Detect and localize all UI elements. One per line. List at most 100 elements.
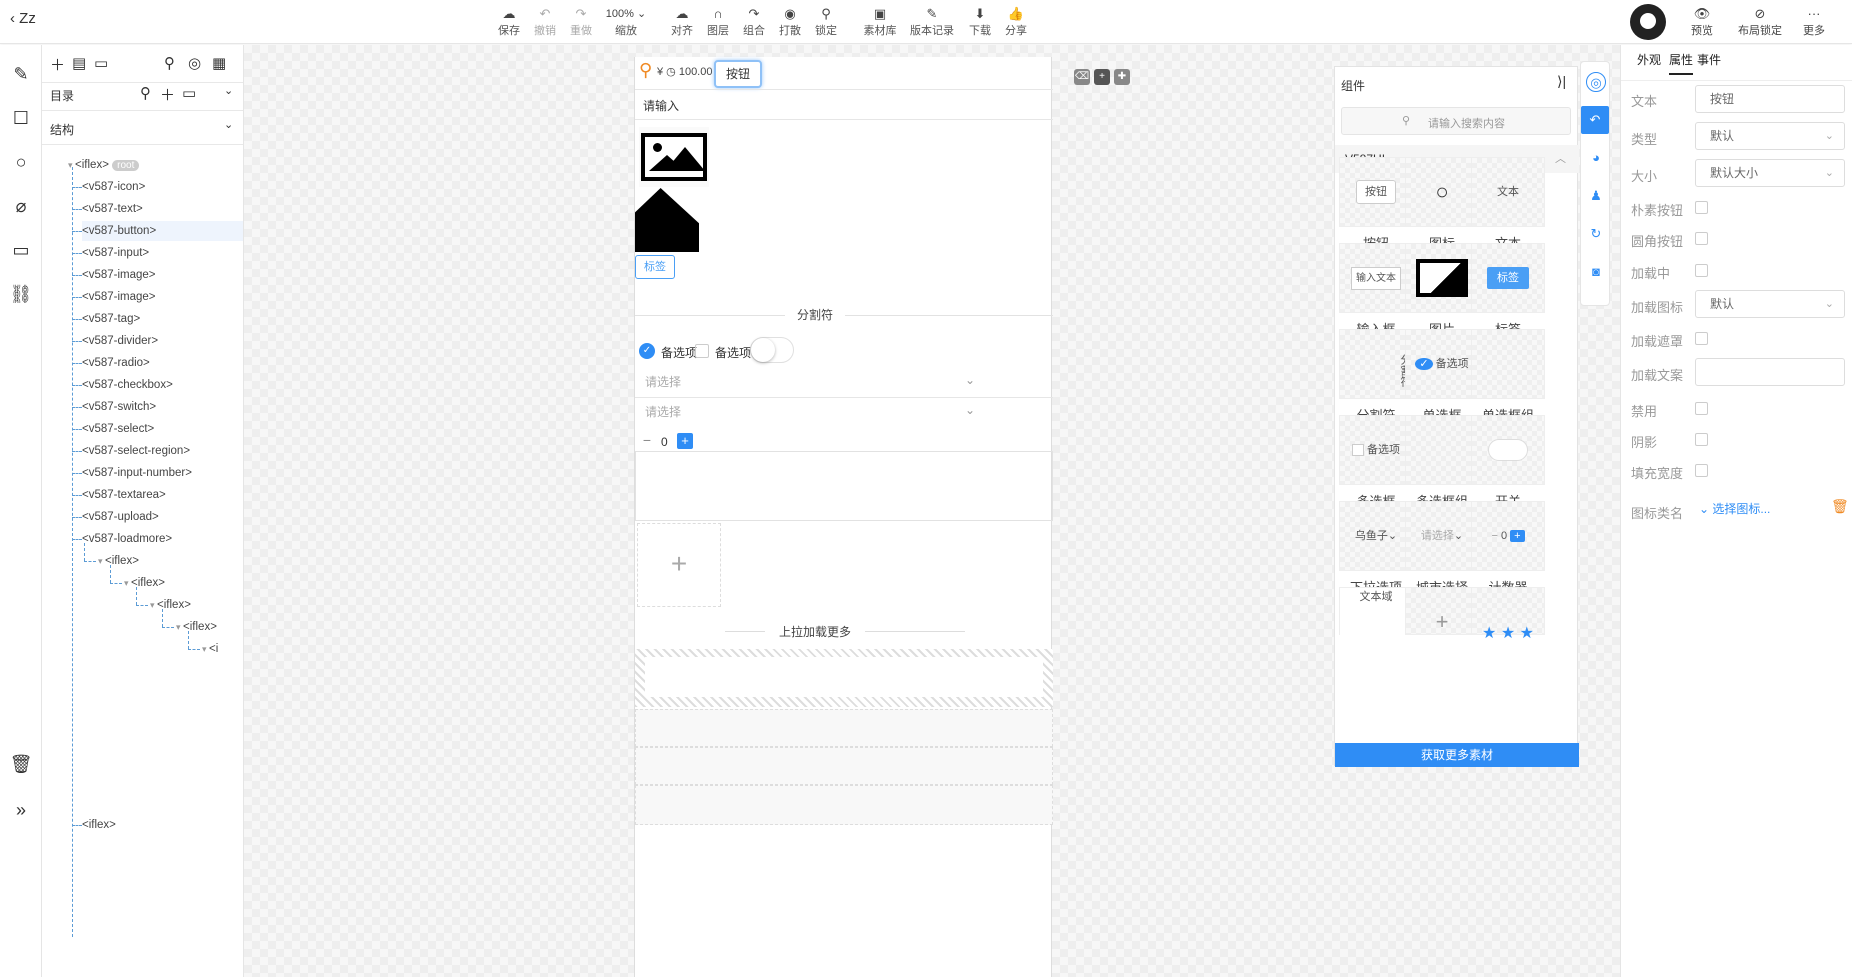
- shadow-checkbox[interactable]: [1695, 433, 1708, 446]
- tab-events[interactable]: 事件: [1697, 51, 1721, 68]
- canvas-input[interactable]: 请输入: [643, 97, 679, 114]
- share-button[interactable]: 👍 分享: [993, 6, 1039, 38]
- trash-icon[interactable]: 🗑: [1831, 498, 1849, 515]
- tree-node[interactable]: <v587-select-region>: [82, 441, 243, 461]
- add-icon[interactable]: +: [1094, 69, 1110, 85]
- search-icon[interactable]: ⚲: [140, 84, 151, 102]
- text-input[interactable]: 按钮: [1695, 85, 1845, 113]
- circle-icon[interactable]: ○: [8, 149, 34, 175]
- check-icon[interactable]: ✓: [639, 343, 655, 359]
- fill-width-checkbox[interactable]: [1695, 464, 1708, 477]
- library-cell[interactable]: [1405, 415, 1479, 485]
- iflex-block[interactable]: [635, 649, 1053, 707]
- tree-node[interactable]: <v587-textarea>: [82, 485, 243, 505]
- tree-node[interactable]: <v587-image>: [82, 265, 243, 285]
- tree-node-root[interactable]: ▾ <iflex> root: [68, 155, 140, 175]
- pin-icon[interactable]: ✚: [1114, 69, 1130, 85]
- library-cell[interactable]: [1471, 415, 1545, 485]
- tree-node-nested[interactable]: ▾ <iflex>: [124, 573, 165, 593]
- loading-mask-checkbox[interactable]: [1695, 332, 1708, 345]
- tree-node[interactable]: <v587-tag>: [82, 309, 243, 329]
- round-checkbox[interactable]: [1695, 232, 1708, 245]
- library-cell[interactable]: 文本域: [1339, 587, 1413, 656]
- tree-node[interactable]: <v587-input-number>: [82, 463, 243, 483]
- assets-button[interactable]: ▣ 素材库: [857, 6, 903, 38]
- tree-node[interactable]: <v587-icon>: [82, 177, 243, 197]
- type-select[interactable]: 默认 ⌄: [1695, 122, 1845, 150]
- tab-properties[interactable]: 属性: [1669, 51, 1694, 75]
- search-icon[interactable]: ⚲: [164, 54, 175, 72]
- disabled-checkbox[interactable]: [1695, 402, 1708, 415]
- image-icon[interactable]: ▭: [8, 237, 34, 263]
- layout-icon[interactable]: ▤: [72, 54, 86, 72]
- tree-node[interactable]: <v587-upload>: [82, 507, 243, 527]
- collapse-icon[interactable]: ⌄: [224, 118, 233, 131]
- tree-node[interactable]: <v587-switch>: [82, 397, 243, 417]
- library-cell[interactable]: 请选择⌄: [1405, 501, 1479, 571]
- size-select[interactable]: 默认大小 ⌄: [1695, 159, 1845, 187]
- canvas-button[interactable]: 按钮: [714, 60, 762, 88]
- iflex-block[interactable]: [635, 709, 1053, 747]
- collapse-panel-icon[interactable]: ⟩|: [1557, 73, 1566, 90]
- preview-button[interactable]: 👁 预览: [1674, 6, 1730, 38]
- phone-preview[interactable]: ⚲ ¥ ◷ 100.00 按钮 请输入 标签 分割符 ✓ 备选项 备选项 请选择…: [634, 57, 1053, 977]
- wechat-icon[interactable]: ◕: [1586, 148, 1606, 168]
- library-cell[interactable]: 分割符: [1339, 329, 1413, 399]
- target-icon[interactable]: ◎: [1586, 72, 1606, 92]
- loading-checkbox[interactable]: [1695, 264, 1708, 277]
- square-icon[interactable]: ☐: [8, 105, 34, 131]
- tree-node[interactable]: <v587-loadmore>: [82, 529, 243, 549]
- plain-checkbox[interactable]: [1695, 201, 1708, 214]
- canvas-textarea[interactable]: [635, 451, 1053, 521]
- minus-button[interactable]: −: [639, 433, 655, 449]
- tree-node[interactable]: <v587-button>: [82, 221, 243, 241]
- refresh-icon[interactable]: ↻: [1586, 224, 1606, 244]
- link-icon[interactable]: ⛓: [8, 281, 34, 307]
- tree-node-bottom[interactable]: <iflex>: [82, 815, 116, 835]
- grid-icon[interactable]: ▦: [212, 54, 226, 72]
- folder-icon[interactable]: ▭: [94, 54, 108, 72]
- camera-icon[interactable]: ◙: [1586, 262, 1606, 282]
- tree-node[interactable]: <v587-text>: [82, 199, 243, 219]
- select-region-field[interactable]: 请选择: [645, 403, 681, 420]
- tree-node[interactable]: <v587-divider>: [82, 331, 243, 351]
- library-cell[interactable]: 乌鱼子⌄: [1339, 501, 1413, 571]
- back-button[interactable]: ‹ Zz: [10, 10, 36, 27]
- tree-node[interactable]: <v587-image>: [82, 287, 243, 307]
- stepper-value[interactable]: 0: [661, 435, 668, 449]
- tree-node-nested[interactable]: ▾ <iflex>: [98, 551, 139, 571]
- library-cell[interactable]: 文本: [1471, 157, 1545, 227]
- loading-icon-select[interactable]: 默认 ⌄: [1695, 290, 1845, 318]
- library-cell[interactable]: [1471, 329, 1545, 399]
- plus-button[interactable]: +: [677, 433, 693, 449]
- checkbox[interactable]: [695, 344, 709, 358]
- switch-toggle[interactable]: [750, 337, 794, 363]
- tree-node-nested[interactable]: ▾ <i: [202, 639, 218, 659]
- upload-plus-icon[interactable]: +: [637, 523, 721, 607]
- tab-appearance[interactable]: 外观: [1637, 51, 1661, 68]
- lock-button[interactable]: ⚲ 锁定: [803, 6, 849, 38]
- iflex-block[interactable]: [635, 785, 1053, 825]
- add-icon[interactable]: ＋: [50, 54, 65, 75]
- github-icon[interactable]: [1630, 4, 1666, 40]
- canvas-tag[interactable]: 标签: [635, 255, 675, 279]
- folder-icon[interactable]: ▭: [182, 84, 196, 102]
- library-cell[interactable]: ○: [1405, 157, 1479, 227]
- search-icon[interactable]: ⚲: [639, 60, 652, 81]
- paperclip-icon[interactable]: ⌀: [8, 193, 34, 219]
- library-cell[interactable]: − 0 +: [1471, 501, 1545, 571]
- tree-node[interactable]: <v587-select>: [82, 419, 243, 439]
- more-button[interactable]: ··· 更多: [1786, 6, 1842, 38]
- trash-icon[interactable]: 🗑: [8, 751, 34, 777]
- versions-button[interactable]: ✎ 版本记录: [909, 6, 955, 38]
- library-cell[interactable]: +: [1405, 587, 1479, 635]
- target-icon[interactable]: ◎: [188, 54, 201, 72]
- loading-text-input[interactable]: [1695, 358, 1845, 386]
- tree-node-nested[interactable]: ▾ <iflex>: [176, 617, 217, 637]
- tree-node[interactable]: <v587-input>: [82, 243, 243, 263]
- library-cell[interactable]: [1405, 243, 1479, 313]
- library-cell[interactable]: 按钮: [1339, 157, 1413, 227]
- edit-icon[interactable]: ✎: [8, 61, 34, 87]
- collapse-icon[interactable]: ⌄: [224, 84, 233, 97]
- add-icon[interactable]: ＋: [160, 84, 175, 105]
